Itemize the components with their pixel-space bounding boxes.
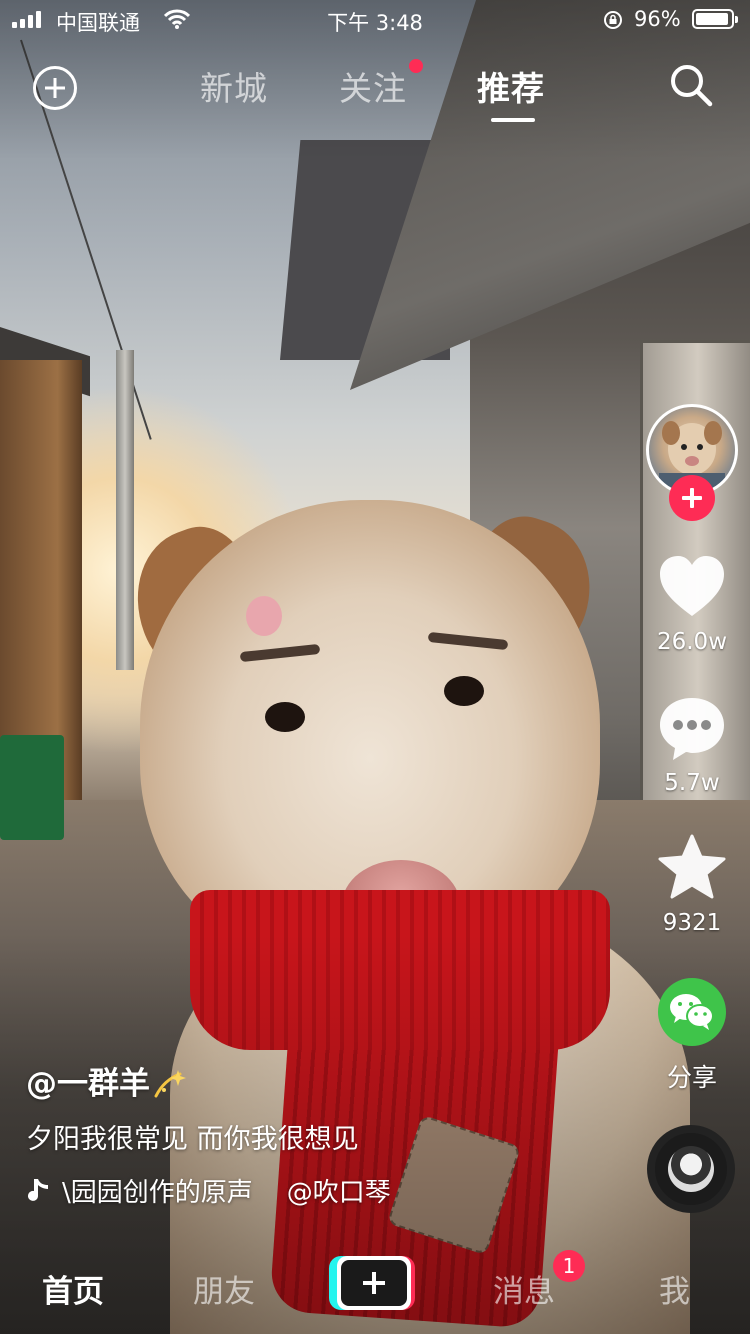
music-title: \园园创作的原声 [62, 1178, 253, 1208]
star-icon[interactable] [656, 832, 728, 904]
messages-badge: 1 [553, 1250, 585, 1282]
music-author: @吹口琴 [286, 1178, 391, 1208]
share-label: 分享 [666, 1063, 717, 1092]
share-button[interactable] [658, 978, 726, 1046]
video-description: 夕阳我很常见 而你我很想见 [26, 1124, 359, 1155]
author-name-row[interactable]: @一群羊 [26, 1058, 188, 1103]
battery-percent: 96% [634, 7, 681, 31]
wechat-icon [670, 994, 714, 1030]
tab-home[interactable]: 首页 [42, 1266, 104, 1311]
status-bar: 中国联通 下午 3:48 96% [0, 0, 750, 40]
tab-recommended[interactable]: 推荐 [477, 62, 545, 110]
following-notification-dot [409, 59, 423, 73]
search-icon[interactable] [668, 62, 714, 108]
heart-icon[interactable] [656, 552, 728, 624]
music-note-icon [28, 1179, 48, 1201]
create-button[interactable] [329, 1256, 415, 1310]
favorite-count: 9321 [662, 910, 722, 936]
bottom-tab-bar: 首页 朋友 消息 我 [0, 1240, 750, 1334]
like-count: 26.0w [656, 629, 728, 655]
author-name[interactable]: @一群羊 [26, 1066, 150, 1102]
comment-bubble-icon[interactable] [656, 692, 728, 764]
follow-button[interactable] [669, 475, 715, 521]
comment-count: 5.7w [664, 770, 720, 796]
add-live-button[interactable] [33, 66, 77, 110]
music-row[interactable]: \园园创作的原声 @吹口琴 [26, 1172, 426, 1212]
create-button-face [337, 1256, 411, 1310]
sparkle-icon [154, 1070, 186, 1098]
tab-friends[interactable]: 朋友 [193, 1266, 255, 1311]
tab-me[interactable]: 我 [659, 1266, 690, 1311]
music-cover [668, 1146, 714, 1192]
battery-icon [692, 9, 738, 29]
tab-following[interactable]: 关注 [339, 62, 407, 110]
battery-fill [696, 13, 729, 25]
rotation-lock-icon [604, 11, 622, 29]
tab-new-city[interactable]: 新城 [200, 62, 268, 110]
tab-messages[interactable]: 消息 [493, 1266, 555, 1311]
music-disc-icon[interactable] [647, 1125, 735, 1213]
plus-icon [341, 1260, 407, 1306]
active-tab-indicator [491, 118, 535, 122]
